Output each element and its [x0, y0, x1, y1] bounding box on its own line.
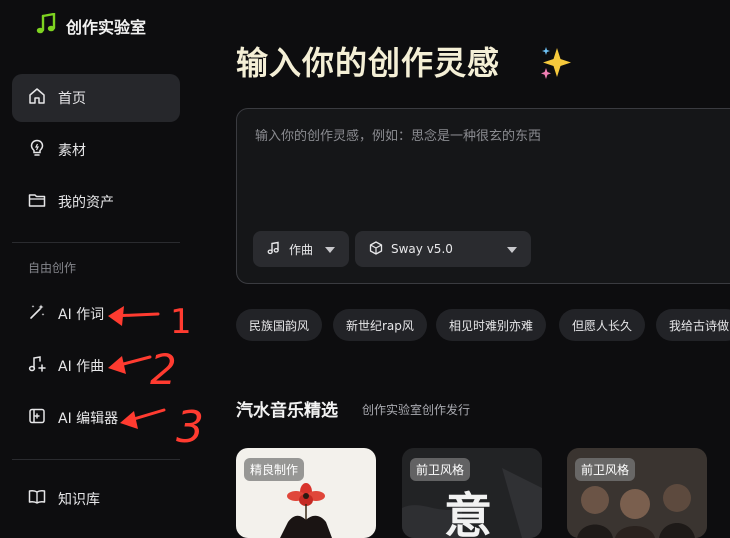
- prompt-input[interactable]: [255, 129, 715, 144]
- editor-panel-icon: [28, 407, 46, 429]
- music-note-logo-icon: [36, 12, 56, 39]
- sidebar-item-label: AI 作曲: [58, 359, 105, 375]
- suggestion-chip[interactable]: 新世纪rap风: [333, 309, 427, 341]
- sidebar-item-label: 素材: [58, 143, 86, 159]
- sidebar-item-ai-editor[interactable]: AI 编辑器: [12, 394, 180, 442]
- section-subtitle: 创作实验室创作发行: [362, 403, 471, 417]
- magic-wand-icon: [28, 303, 46, 325]
- model-select[interactable]: Sway v5.0: [355, 231, 531, 267]
- suggestion-chip[interactable]: 但愿人长久: [559, 309, 646, 341]
- suggestion-chip[interactable]: 相见时难别亦难: [436, 309, 547, 341]
- suggestion-chip[interactable]: 我给古诗做: [656, 309, 730, 341]
- hero-title: 输入你的创作灵感: [236, 44, 501, 82]
- music-card[interactable]: 前卫风格: [567, 448, 707, 538]
- music-card[interactable]: 意 前卫风格: [402, 448, 542, 538]
- sidebar: 创作实验室 首页 素材 我的资产 自由创作 AI 作词 AI 作曲 AI 编辑器…: [0, 0, 196, 522]
- sidebar-divider: [12, 242, 180, 243]
- sidebar-item-home[interactable]: 首页: [12, 74, 180, 122]
- section-title: 汽水音乐精选: [236, 401, 338, 421]
- sidebar-item-label: 我的资产: [58, 195, 114, 211]
- sidebar-item-label: AI 作词: [58, 307, 105, 323]
- app-name: 创作实验室: [66, 18, 147, 37]
- mode-select[interactable]: 作曲: [253, 231, 349, 267]
- section-label-free-create: 自由创作: [28, 261, 77, 275]
- lightbulb-icon: [28, 139, 46, 161]
- model-select-value: Sway v5.0: [391, 242, 453, 256]
- sidebar-item-materials[interactable]: 素材: [12, 126, 180, 174]
- card-badge: 前卫风格: [575, 458, 636, 481]
- main-content: 输入你的创作灵感 作曲 Sway v5.0 民: [196, 0, 730, 538]
- sidebar-item-assets[interactable]: 我的资产: [12, 178, 180, 226]
- sidebar-item-label: AI 编辑器: [58, 411, 119, 427]
- card-badge: 精良制作: [244, 458, 305, 481]
- chevron-down-icon: [507, 242, 517, 256]
- sidebar-item-ai-compose[interactable]: AI 作曲: [12, 342, 180, 390]
- music-note-icon: [267, 241, 281, 258]
- music-note-plus-icon: [28, 355, 46, 377]
- folder-icon: [28, 191, 46, 213]
- sidebar-item-knowledge-base[interactable]: 知识库: [12, 475, 180, 523]
- suggestion-chip[interactable]: 民族国韵风: [236, 309, 323, 341]
- book-icon: [28, 488, 46, 510]
- music-card[interactable]: 精良制作: [236, 448, 376, 538]
- mode-select-value: 作曲: [289, 242, 314, 257]
- cube-icon: [369, 240, 383, 258]
- card-cover-calligraphy: 意: [444, 488, 493, 538]
- home-icon: [28, 87, 46, 109]
- card-badge: 前卫风格: [410, 458, 471, 481]
- sidebar-item-label: 知识库: [58, 492, 100, 508]
- sidebar-item-label: 首页: [58, 91, 86, 107]
- sidebar-divider: [12, 459, 180, 460]
- prompt-box: 作曲 Sway v5.0: [236, 108, 730, 284]
- sidebar-item-ai-lyrics[interactable]: AI 作词: [12, 290, 180, 338]
- chevron-down-icon: [325, 242, 335, 256]
- app-logo[interactable]: 创作实验室: [36, 12, 147, 39]
- sparkles-icon: [538, 44, 576, 86]
